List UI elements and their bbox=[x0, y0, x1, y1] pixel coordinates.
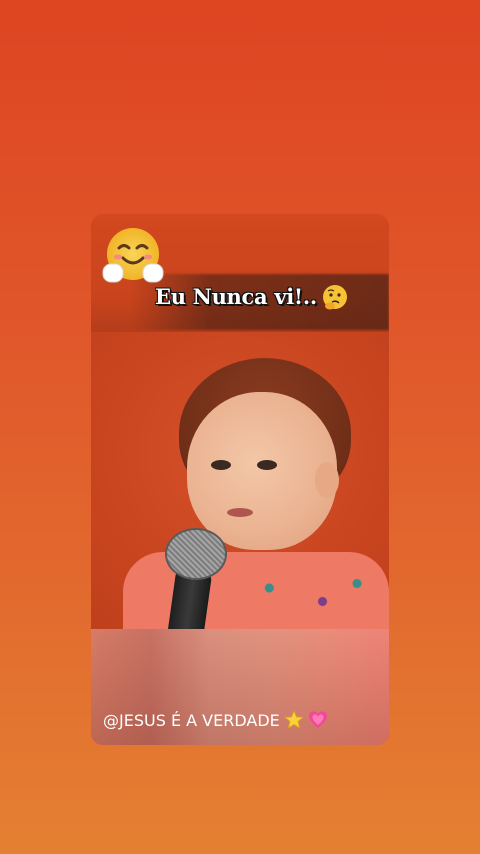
microphone-icon bbox=[165, 528, 227, 580]
smiling-face-with-open-hands-icon bbox=[102, 228, 164, 283]
left-eye bbox=[211, 460, 231, 470]
story-card[interactable]: Eu Nunca vi!.. @JESUS É A VERDADE bbox=[91, 214, 389, 745]
growing-heart-icon bbox=[308, 711, 327, 728]
star-icon bbox=[283, 710, 304, 729]
creator-handle[interactable]: @JESUS É A VERDADE bbox=[103, 710, 328, 730]
mouth-shape bbox=[227, 508, 253, 517]
handle-text: @JESUS É A VERDADE bbox=[103, 710, 280, 730]
right-eye bbox=[257, 460, 277, 470]
thinking-face-icon bbox=[323, 285, 347, 310]
caption-text: Eu Nunca vi!.. bbox=[155, 284, 317, 309]
ear-shape bbox=[315, 462, 339, 498]
face-shape bbox=[187, 392, 337, 550]
child-with-microphone-photo bbox=[91, 332, 389, 651]
